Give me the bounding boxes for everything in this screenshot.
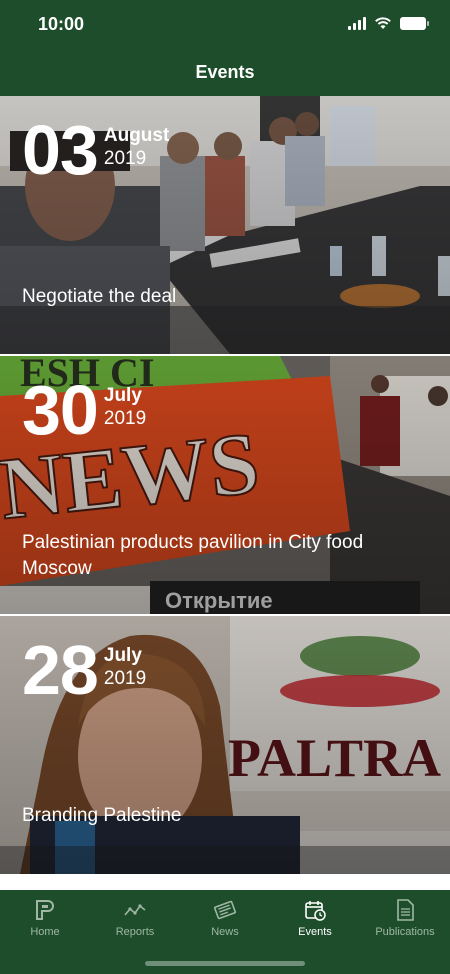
tab-events[interactable]: Events xyxy=(270,890,360,952)
event-title: Branding Palestine xyxy=(22,805,182,826)
page-title: Events xyxy=(195,62,255,82)
status-icons xyxy=(348,16,429,30)
cellular-signal-icon xyxy=(348,16,366,30)
home-indicator xyxy=(145,961,305,966)
event-title: Negotiate the deal xyxy=(22,286,177,307)
newspaper-icon xyxy=(213,900,237,920)
event-card[interactable]: ESH CI NEWS Открытие 30 July 2019 Palest… xyxy=(0,356,450,614)
tab-news[interactable]: News xyxy=(180,890,270,952)
tab-label: Publications xyxy=(375,926,435,938)
event-date: 30 July 2019 xyxy=(22,371,147,449)
status-time: 10:00 xyxy=(38,14,85,34)
tab-label: Reports xyxy=(115,926,155,938)
calendar-clock-icon xyxy=(305,901,326,921)
tab-bar: Home Reports News Events Publications xyxy=(0,884,450,974)
event-year: 2019 xyxy=(103,408,147,429)
home-logo-icon xyxy=(36,900,54,920)
battery-icon xyxy=(400,16,429,30)
tab-label: News xyxy=(211,926,239,938)
tab-home[interactable]: Home xyxy=(0,890,90,952)
tab-label: Events xyxy=(298,926,332,938)
event-year: 2019 xyxy=(103,668,147,689)
event-date: 03 August 2019 xyxy=(22,111,170,189)
tab-label: Home xyxy=(30,926,60,938)
event-month: July xyxy=(103,385,142,406)
event-month: August xyxy=(103,125,170,146)
event-month: July xyxy=(103,645,142,666)
event-day: 30 xyxy=(22,371,99,449)
event-day: 03 xyxy=(22,111,99,189)
tab-reports[interactable]: Reports xyxy=(90,890,180,952)
status-bar: 10:00 xyxy=(0,0,450,50)
event-day: 28 xyxy=(22,631,99,709)
events-list[interactable]: 03 August 2019 Negotiate the deal ESH CI… xyxy=(0,96,450,884)
event-date: 28 July 2019 xyxy=(22,631,147,709)
event-title: Palestinian products pavilion in City fo… xyxy=(22,532,364,579)
document-icon xyxy=(397,899,414,921)
event-year: 2019 xyxy=(103,148,147,169)
event-card[interactable]: PALTRA 28 July 2019 Branding Palestine xyxy=(0,616,450,874)
chart-line-icon xyxy=(124,904,146,916)
event-card[interactable]: 03 August 2019 Negotiate the deal xyxy=(0,96,450,354)
navigation-bar: Events xyxy=(0,50,450,96)
tab-publications[interactable]: Publications xyxy=(360,890,450,952)
wifi-icon xyxy=(375,17,391,29)
